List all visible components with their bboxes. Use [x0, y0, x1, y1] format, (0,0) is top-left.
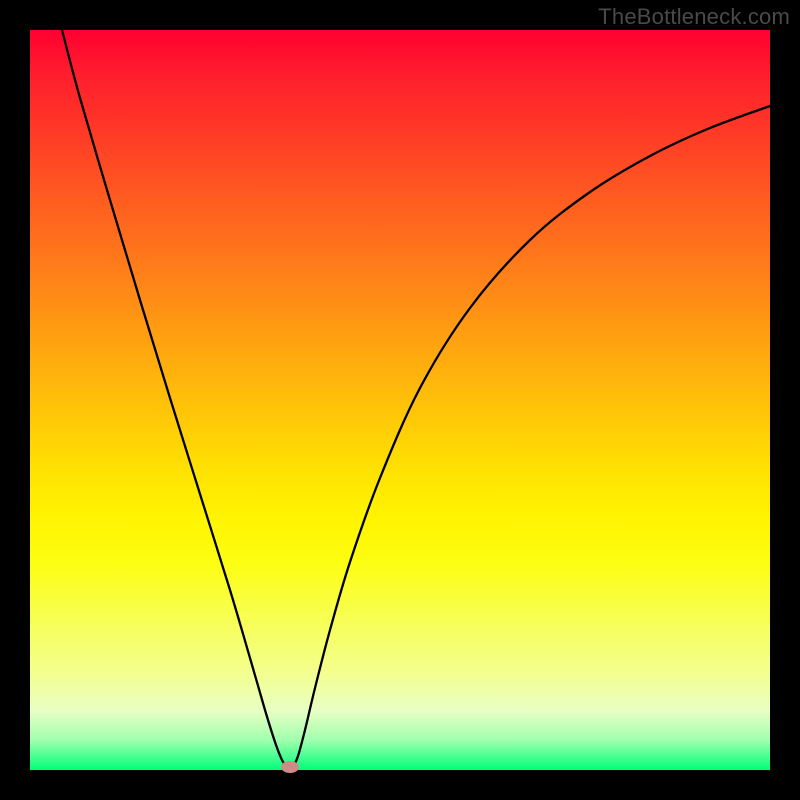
curve-svg — [30, 30, 770, 770]
bottleneck-curve — [62, 30, 770, 769]
plot-area — [30, 30, 770, 770]
watermark-text: TheBottleneck.com — [598, 4, 790, 30]
chart-frame: TheBottleneck.com — [0, 0, 800, 800]
optimum-marker — [281, 761, 299, 773]
